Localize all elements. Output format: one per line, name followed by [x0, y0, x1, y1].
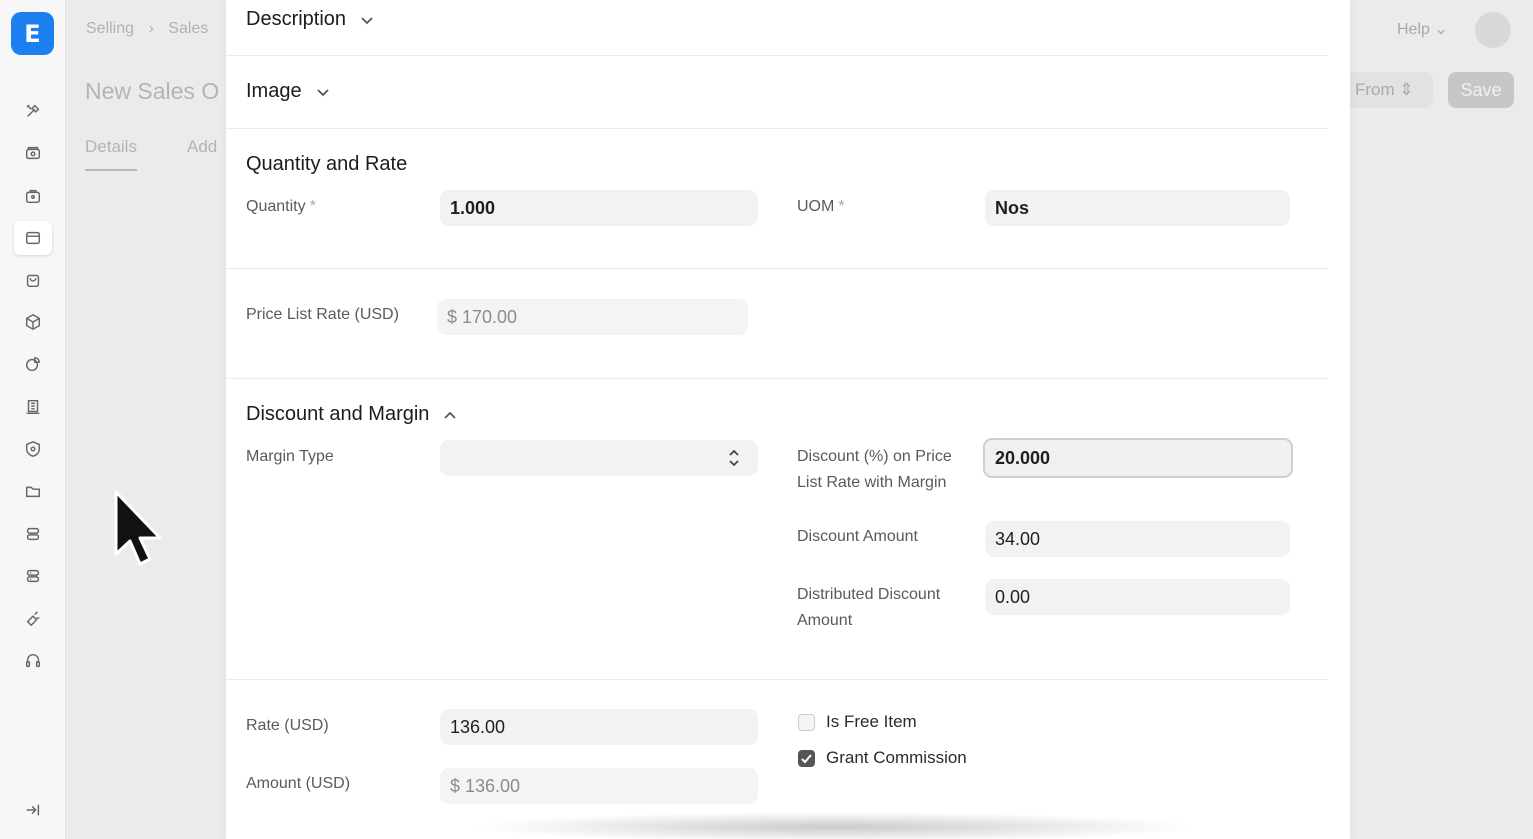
divider — [226, 268, 1328, 269]
distributed-discount-field[interactable]: 0.00 — [985, 579, 1290, 615]
section-description[interactable]: Description — [246, 8, 374, 31]
page-title: New Sales O — [85, 78, 220, 104]
card-icon[interactable] — [14, 221, 52, 255]
from-select[interactable]: From ⇕ — [1343, 72, 1433, 108]
folder-icon[interactable] — [20, 478, 46, 504]
chevron-up-icon — [444, 411, 457, 419]
help-menu[interactable]: Help ⌄ — [1397, 19, 1448, 39]
divider — [226, 128, 1328, 129]
quantity-field[interactable]: 1.000 — [440, 190, 758, 226]
chart-pie-icon[interactable] — [20, 351, 46, 377]
is-free-item-label: Is Free Item — [826, 712, 917, 731]
from-label: From — [1355, 80, 1395, 99]
rate-label: Rate (USD) — [246, 717, 329, 734]
select-arrows-icon — [729, 449, 739, 467]
chevron-down-icon: ⌄ — [1434, 21, 1448, 38]
check-icon — [801, 754, 812, 764]
divider — [226, 378, 1328, 379]
mouse-cursor-icon — [114, 490, 162, 566]
grant-commission-checkbox[interactable] — [798, 750, 815, 767]
tools-icon[interactable] — [20, 98, 46, 124]
distributed-discount-label: Distributed Discount Amount — [797, 586, 941, 629]
section-title: Discount and Margin — [246, 403, 430, 425]
section-title: Description — [246, 8, 347, 30]
help-label: Help — [1397, 21, 1430, 38]
discount-percent-field[interactable]: 20.000 — [983, 438, 1293, 478]
section-title: Image — [246, 80, 302, 102]
grant-commission-label: Grant Commission — [826, 748, 967, 767]
uom-label: UOM * — [797, 198, 845, 215]
expand-sidebar-icon[interactable] — [20, 797, 46, 823]
database-icon[interactable] — [20, 521, 46, 547]
margin-type-label: Margin Type — [246, 448, 334, 465]
building-icon[interactable] — [20, 394, 46, 420]
avatar[interactable] — [1475, 12, 1511, 48]
discount-amount-field[interactable]: 34.00 — [985, 521, 1290, 557]
section-quantity-rate: Quantity and Rate — [246, 153, 407, 176]
package-icon[interactable] — [20, 309, 46, 335]
tab-address[interactable]: Add — [187, 137, 217, 157]
amount-label: Amount (USD) — [246, 775, 351, 792]
database-alt-icon[interactable] — [20, 563, 46, 589]
uom-field[interactable]: Nos — [985, 190, 1290, 226]
breadcrumb: Selling › Sales — [86, 20, 218, 38]
breadcrumb-separator: › — [148, 20, 154, 37]
tab-details[interactable]: Details — [85, 137, 137, 171]
rate-field[interactable]: 136.00 — [440, 709, 758, 745]
divider — [226, 55, 1328, 56]
quantity-label: Quantity * — [246, 198, 316, 215]
megaphone-icon[interactable] — [20, 605, 46, 631]
discount-amount-label: Discount Amount — [797, 528, 918, 545]
divider — [226, 679, 1328, 680]
shopping-bag-icon[interactable] — [20, 267, 46, 293]
is-free-item-checkbox[interactable] — [798, 714, 815, 731]
item-detail-panel: Description Image Quantity and Rate Quan… — [226, 0, 1350, 839]
app-logo[interactable]: E — [11, 12, 54, 55]
section-image[interactable]: Image — [246, 80, 330, 103]
chevron-down-icon — [361, 16, 373, 24]
shield-icon[interactable] — [20, 436, 46, 462]
breadcrumb-selling[interactable]: Selling — [86, 20, 134, 37]
select-arrows-icon: ⇕ — [1399, 80, 1414, 99]
margin-type-select[interactable] — [440, 440, 758, 476]
breadcrumb-sales[interactable]: Sales — [168, 20, 208, 37]
cash-register-icon[interactable] — [20, 140, 46, 166]
briefcase-icon[interactable] — [20, 183, 46, 209]
chevron-down-icon — [316, 88, 329, 96]
headset-icon[interactable] — [20, 648, 46, 674]
amount-field[interactable]: $ 136.00 — [440, 768, 758, 804]
sidebar: E — [0, 0, 66, 839]
price-list-rate-field[interactable]: $ 170.00 — [437, 299, 748, 335]
save-button[interactable]: Save — [1448, 72, 1514, 108]
price-list-rate-label: Price List Rate (USD) — [246, 306, 399, 323]
scroll-shadow — [470, 812, 1200, 839]
section-title: Quantity and Rate — [246, 153, 408, 175]
discount-percent-label: Discount (%) on Price List Rate with Mar… — [797, 448, 952, 491]
section-discount-margin[interactable]: Discount and Margin — [246, 403, 457, 426]
